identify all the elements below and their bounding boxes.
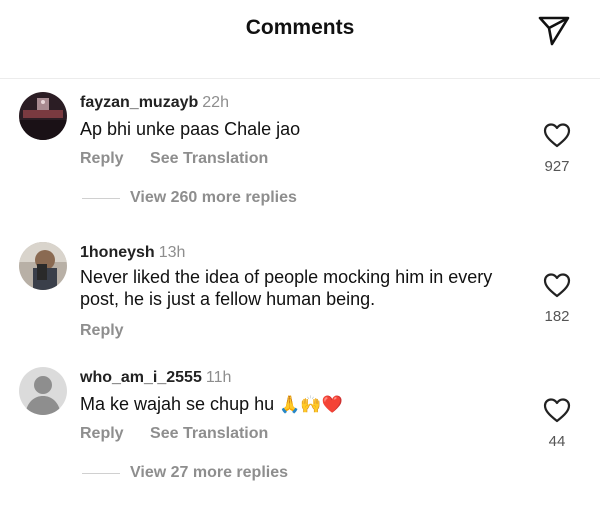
avatar[interactable] [19,242,67,290]
comment-emojis: 🙏🙌❤️ [279,395,343,415]
like-area: 182 [540,272,574,325]
see-translation-button[interactable]: See Translation [150,150,268,167]
heart-icon[interactable] [543,397,571,423]
avatar[interactable] [19,92,67,140]
reply-button[interactable]: Reply [80,425,124,442]
replies-divider [82,472,120,474]
like-area: 927 [540,122,574,175]
page-title: Comments [245,16,355,39]
like-count: 44 [548,433,566,450]
comment-text: Ma ke wajah se chup hu [80,394,275,414]
view-more-replies-label: View 260 more replies [130,189,297,206]
reply-button[interactable]: Reply [80,150,124,167]
view-more-replies-button[interactable]: View 27 more replies [82,464,288,482]
view-more-replies-button[interactable]: View 260 more replies [82,189,297,207]
comment-username[interactable]: 1honeysh [80,244,155,261]
comment-username[interactable]: fayzan_muzayb [80,94,198,111]
comment-time: 13h [158,244,186,261]
like-area: 44 [540,397,574,450]
view-more-replies-label: View 27 more replies [130,464,289,481]
heart-icon[interactable] [543,122,571,148]
like-count: 182 [544,308,570,325]
replies-divider [82,197,120,199]
avatar[interactable] [19,367,67,415]
reply-button[interactable]: Reply [80,322,124,339]
comments-header: Comments [0,0,600,79]
share-icon[interactable] [536,12,572,48]
see-translation-button[interactable]: See Translation [150,425,268,442]
comment-time: 11h [205,369,232,386]
comment-text: Never liked the idea of people mocking h… [80,267,493,309]
comment-username[interactable]: who_am_i_2555 [80,369,202,386]
comment-text: Ap bhi unke paas Chale jao [80,119,301,139]
comment-time: 22h [202,94,229,111]
heart-icon[interactable] [543,272,571,298]
like-count: 927 [544,158,570,175]
